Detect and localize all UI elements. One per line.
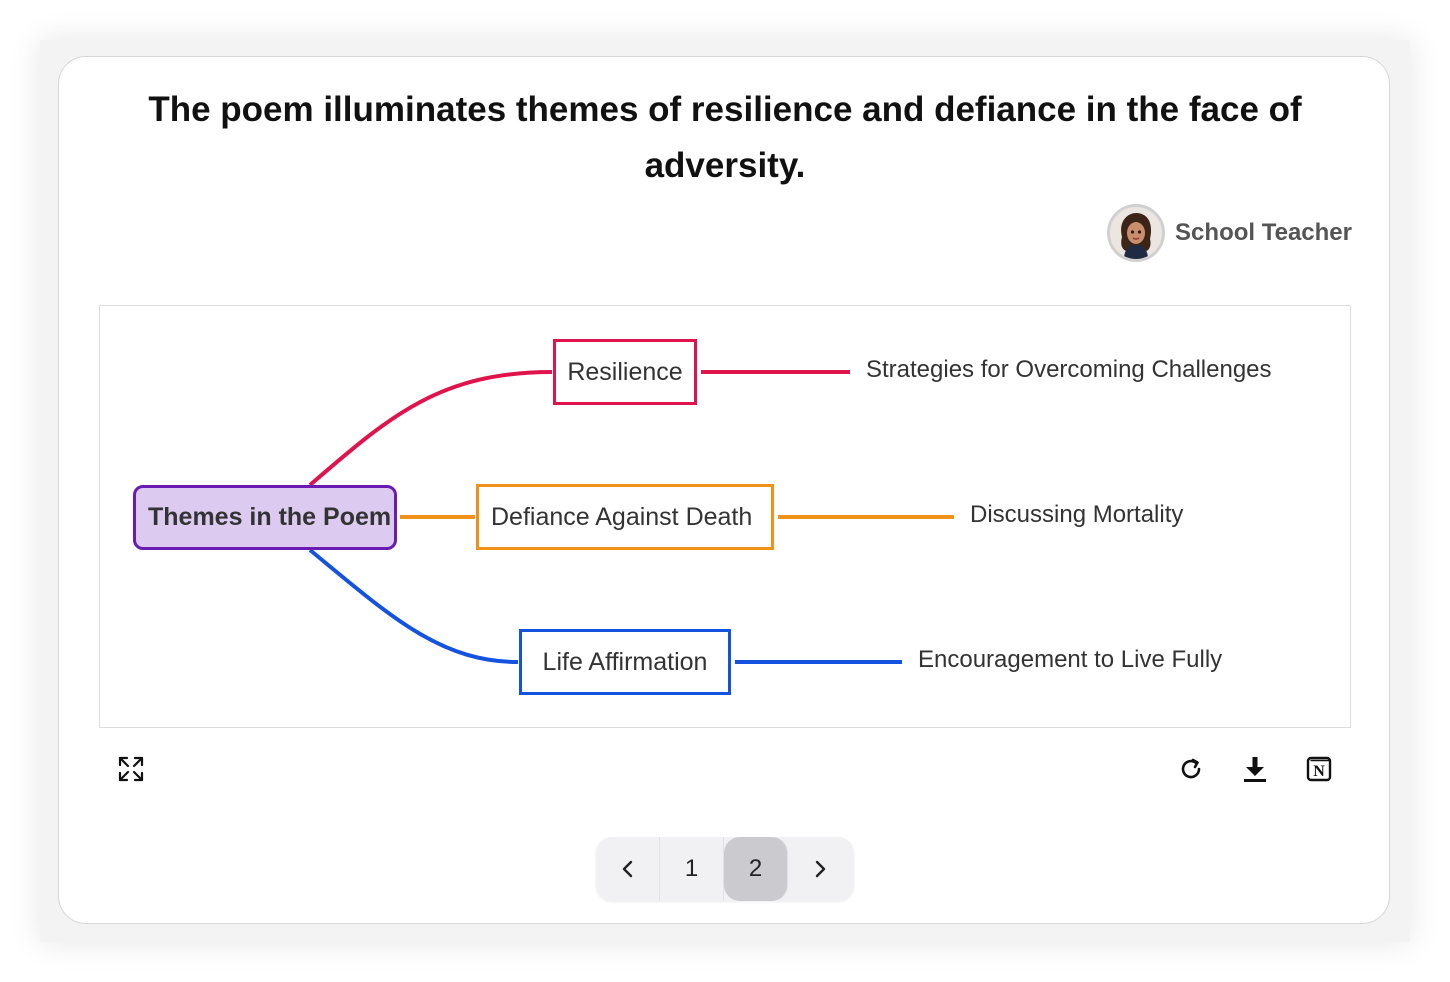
mindmap-node-defiance[interactable]: Defiance Against Death xyxy=(476,484,774,550)
mindmap-leaf-strategies[interactable]: Strategies for Overcoming Challenges xyxy=(866,356,1272,384)
mindmap-canvas: Themes in the Poem Resilience Defiance A… xyxy=(99,305,1351,728)
notion-icon[interactable]: N xyxy=(1299,749,1339,789)
mindmap-node-life-affirmation[interactable]: Life Affirmation xyxy=(519,629,731,695)
pagination-prev-button[interactable] xyxy=(596,837,660,901)
author-name: School Teacher xyxy=(1175,219,1352,246)
pagination: 1 2 xyxy=(596,837,854,901)
mindmap-leaf-mortality[interactable]: Discussing Mortality xyxy=(970,501,1183,529)
chevron-right-icon xyxy=(815,860,826,878)
node-label: Life Affirmation xyxy=(542,647,708,676)
avatar-icon xyxy=(1107,204,1166,262)
mindmap-node-resilience[interactable]: Resilience xyxy=(553,339,697,405)
mindmap-root-node[interactable]: Themes in the Poem xyxy=(133,485,397,550)
node-label: Resilience xyxy=(567,357,683,386)
pagination-page-2[interactable]: 2 xyxy=(724,837,788,901)
pagination-next-button[interactable] xyxy=(788,837,852,901)
chevron-left-icon xyxy=(622,860,632,878)
expand-icon[interactable] xyxy=(111,749,151,789)
mindmap-leaf-live-fully[interactable]: Encouragement to Live Fully xyxy=(918,646,1222,674)
node-label: Defiance Against Death xyxy=(491,502,753,531)
download-icon[interactable] xyxy=(1235,749,1275,789)
pagination-page-1[interactable]: 1 xyxy=(660,837,724,901)
root-node-label: Themes in the Poem xyxy=(148,503,392,531)
author-badge: School Teacher xyxy=(1107,201,1352,265)
card-title: The poem illuminates themes of resilienc… xyxy=(148,90,1302,185)
refresh-icon[interactable] xyxy=(1171,749,1211,789)
svg-text:N: N xyxy=(1313,763,1325,780)
